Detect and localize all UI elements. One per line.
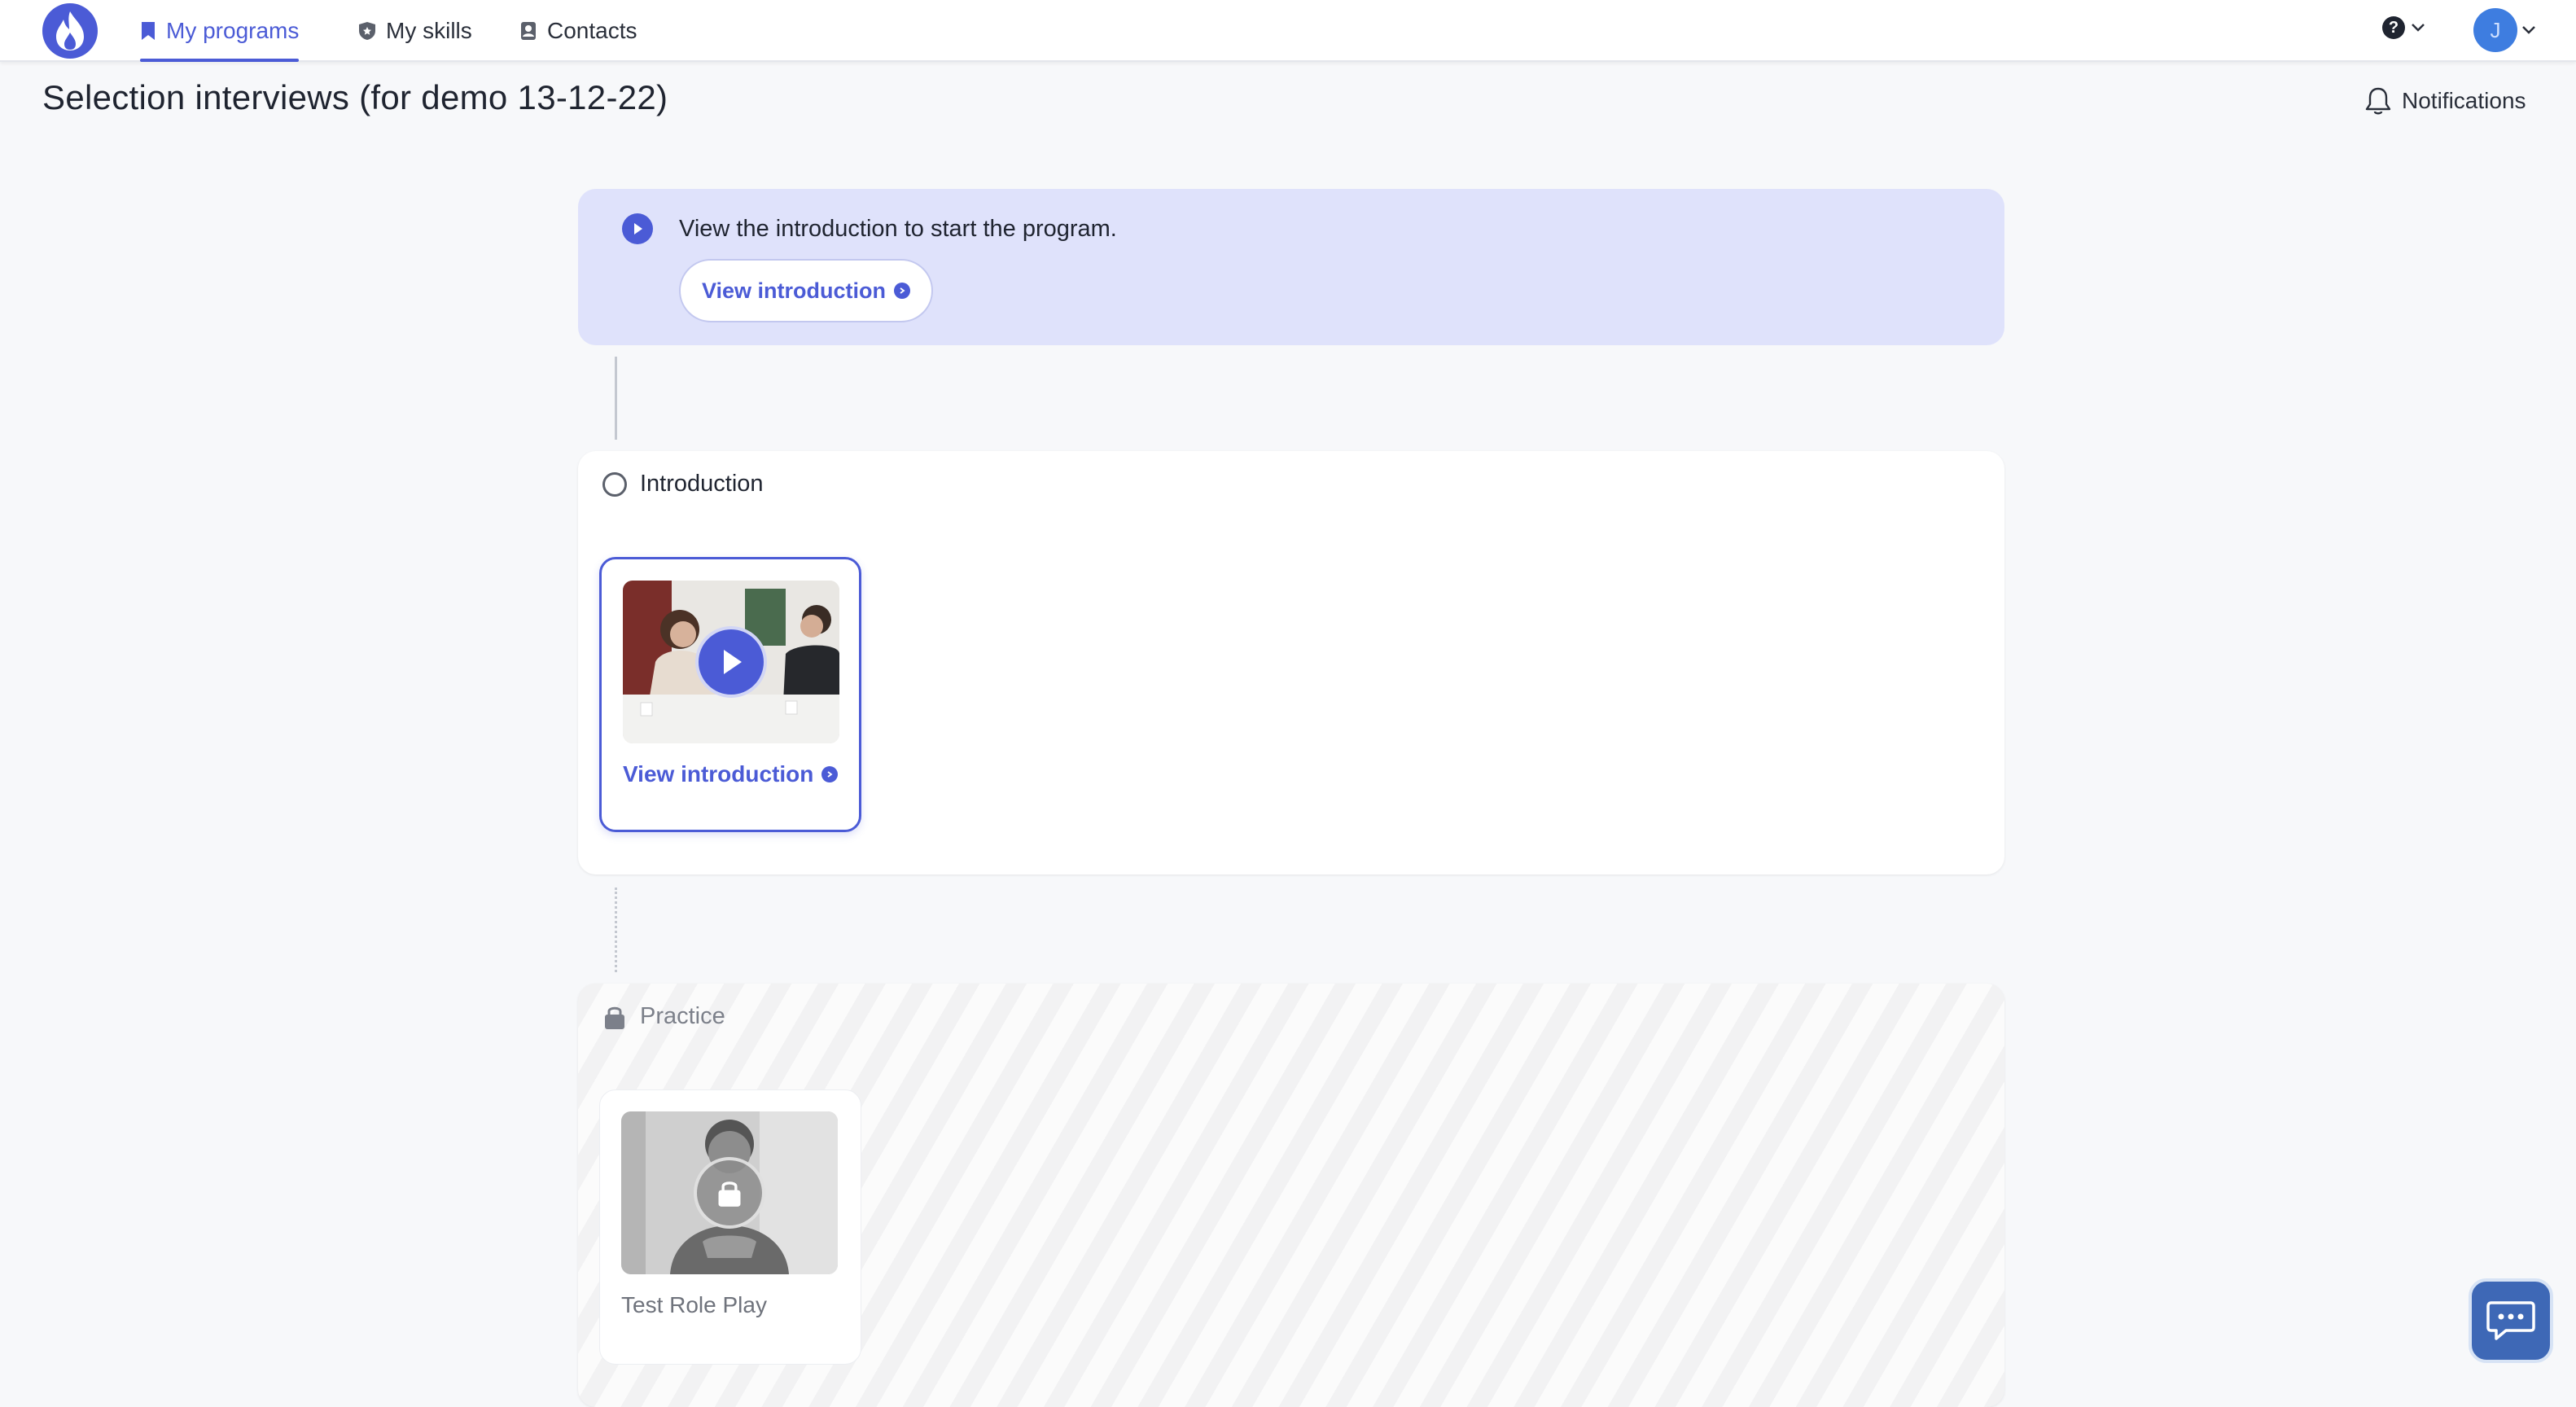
shield-icon	[359, 22, 375, 40]
user-menu[interactable]: J	[2473, 8, 2537, 52]
tile-label-text: View introduction	[623, 761, 814, 787]
status-circle-icon	[602, 471, 627, 497]
lock-icon	[605, 1006, 624, 1029]
tile-label: Test Role Play	[621, 1292, 767, 1318]
introduction-tile[interactable]: View introduction	[599, 557, 861, 832]
section-title: Introduction	[640, 471, 764, 497]
view-introduction-button[interactable]: View introduction	[679, 259, 934, 322]
avatar: J	[2473, 8, 2517, 52]
contacts-icon	[521, 22, 536, 40]
lock-icon	[694, 1157, 765, 1229]
help-menu[interactable]: ?	[2382, 16, 2426, 39]
banner-message: View the introduction to start the progr…	[679, 216, 1117, 242]
timeline-connector	[615, 357, 617, 440]
nav-tab-label: My skills	[386, 18, 472, 43]
chat-bubble-icon	[2486, 1301, 2535, 1340]
section-header: Introduction	[602, 471, 764, 497]
notifications-button[interactable]: Notifications	[2364, 86, 2526, 116]
section-header: Practice	[602, 1003, 725, 1030]
section-title: Practice	[640, 1003, 725, 1029]
nav-tab-contacts[interactable]: Contacts	[519, 0, 637, 62]
page-title: Selection interviews (for demo 13-12-22)	[42, 78, 668, 116]
bookmark-icon	[142, 22, 155, 40]
nav-tab-label: Contacts	[547, 18, 637, 43]
play-circle-icon	[622, 213, 653, 244]
button-label: View introduction	[702, 278, 887, 303]
intro-banner: View the introduction to start the progr…	[578, 189, 2004, 345]
bell-icon	[2365, 87, 2391, 115]
chevron-down-icon	[2412, 24, 2425, 32]
arrow-right-circle-icon	[821, 766, 839, 782]
timeline-connector-dotted	[615, 888, 617, 972]
flame-logo-icon	[56, 11, 84, 50]
top-nav-bar: My programs My skills Contacts ? J	[0, 0, 2576, 62]
notifications-label: Notifications	[2402, 88, 2526, 113]
test-role-play-tile: Test Role Play	[599, 1089, 861, 1365]
chat-widget-button[interactable]	[2469, 1278, 2553, 1363]
section-practice: Practice Test Role Play	[578, 984, 2004, 1407]
tile-label-text: Test Role Play	[621, 1292, 767, 1317]
help-icon: ?	[2382, 16, 2405, 39]
chevron-down-icon	[2522, 26, 2535, 34]
app-logo[interactable]	[42, 3, 98, 59]
arrow-right-circle-icon	[894, 283, 911, 299]
nav-tab-label: My programs	[166, 18, 300, 43]
section-introduction: Introduction View introduction	[578, 451, 2004, 874]
video-thumbnail	[621, 1111, 838, 1274]
play-icon[interactable]	[695, 626, 767, 698]
video-thumbnail	[623, 581, 839, 743]
tile-label[interactable]: View introduction	[623, 761, 839, 787]
nav-tab-my-skills[interactable]: My skills	[358, 0, 472, 62]
nav-tab-my-programs[interactable]: My programs	[140, 0, 300, 62]
